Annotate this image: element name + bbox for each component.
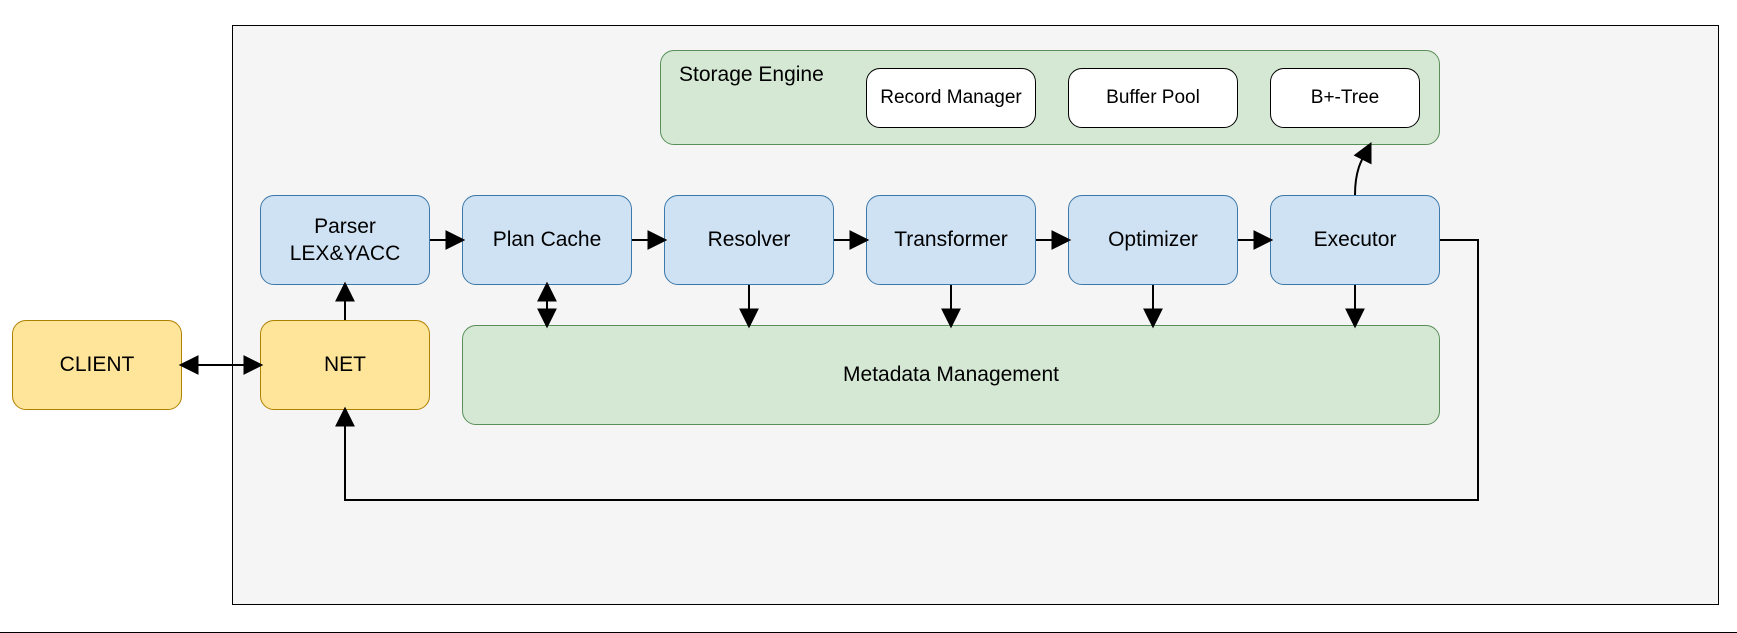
parser-node: Parser LEX&YACC [260, 195, 430, 285]
transformer-node: Transformer [866, 195, 1036, 285]
parser-line1: Parser [290, 213, 401, 240]
net-label: NET [324, 351, 366, 378]
plan-cache-node: Plan Cache [462, 195, 632, 285]
diagram-canvas: CLIENT NET Parser LEX&YACC Plan Cache Re… [0, 0, 1737, 633]
client-node: CLIENT [12, 320, 182, 410]
buffer-pool-label: Buffer Pool [1106, 86, 1200, 111]
buffer-pool-node: Buffer Pool [1068, 68, 1238, 128]
optimizer-node: Optimizer [1068, 195, 1238, 285]
optimizer-label: Optimizer [1108, 226, 1198, 253]
executor-node: Executor [1270, 195, 1440, 285]
resolver-node: Resolver [664, 195, 834, 285]
metadata-label: Metadata Management [843, 361, 1059, 388]
client-label: CLIENT [60, 351, 135, 378]
storage-engine-label: Storage Engine [679, 63, 824, 87]
parser-lines: Parser LEX&YACC [290, 213, 401, 268]
plan-cache-label: Plan Cache [493, 226, 602, 253]
bplus-tree-label: B+-Tree [1311, 86, 1379, 111]
record-manager-label: Record Manager [880, 86, 1022, 111]
transformer-label: Transformer [894, 226, 1008, 253]
executor-label: Executor [1314, 226, 1397, 253]
record-manager-node: Record Manager [866, 68, 1036, 128]
resolver-label: Resolver [708, 226, 791, 253]
bplus-tree-node: B+-Tree [1270, 68, 1420, 128]
net-node: NET [260, 320, 430, 410]
parser-line2: LEX&YACC [290, 240, 401, 267]
metadata-node: Metadata Management [462, 325, 1440, 425]
